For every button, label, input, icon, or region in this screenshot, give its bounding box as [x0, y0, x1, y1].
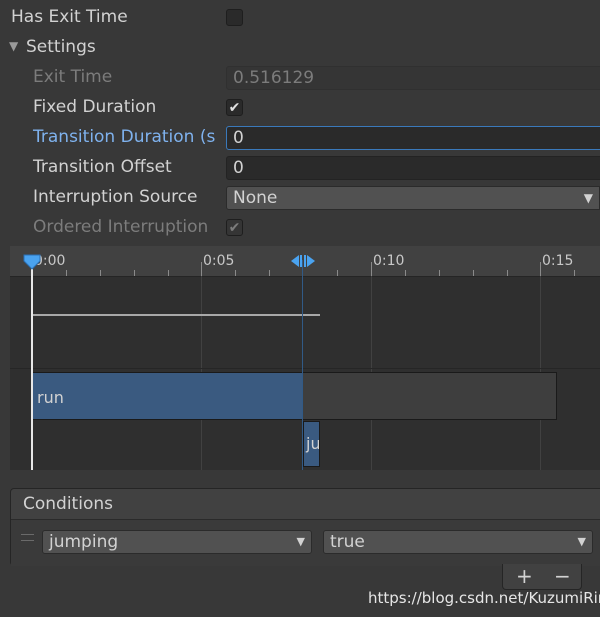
transition-offset-label: Transition Offset	[33, 157, 172, 177]
minor-tick	[235, 270, 236, 276]
tick-label: 0:15	[542, 253, 574, 269]
run-clip-label: run	[37, 388, 64, 407]
minor-tick	[439, 270, 440, 276]
settings-foldout[interactable]: ▼ Settings	[0, 33, 600, 63]
exit-time-field: 0.516129	[226, 66, 600, 90]
ordered-interruption-checkbox: ✔	[226, 219, 243, 236]
fixed-duration-row: Fixed Duration ✔	[0, 93, 600, 123]
major-tick	[540, 262, 541, 276]
transition-duration-row: Transition Duration (s 0	[0, 123, 600, 153]
condition-value-value: true	[330, 532, 365, 552]
transition-duration-field[interactable]: 0	[226, 126, 600, 150]
dropdown-arrow-icon: ▼	[577, 535, 586, 548]
minor-tick	[337, 270, 338, 276]
minor-tick	[168, 270, 169, 276]
major-tick	[201, 262, 202, 276]
interruption-source-dropdown[interactable]: None ▼	[226, 186, 600, 210]
minor-tick	[507, 270, 508, 276]
track-divider	[10, 368, 600, 369]
checkmark-icon: ✔	[228, 99, 241, 116]
has-exit-time-row: Has Exit Time	[0, 3, 600, 33]
tick-label: 0:05	[203, 253, 235, 269]
major-tick	[371, 262, 372, 276]
minor-tick	[100, 270, 101, 276]
condition-value-dropdown[interactable]: true ▼	[323, 530, 593, 554]
condition-row[interactable]: jumping ▼ true ▼	[11, 520, 600, 566]
checkmark-icon: ✔	[228, 219, 241, 236]
minor-tick	[269, 270, 270, 276]
interruption-source-row: Interruption Source None ▼	[0, 183, 600, 213]
transition-handle-icon[interactable]	[289, 254, 317, 268]
exit-time-label: Exit Time	[33, 67, 113, 87]
transition-curve	[32, 314, 320, 316]
foldout-triangle-icon[interactable]: ▼	[9, 39, 18, 53]
condition-add-remove-bar: + −	[502, 564, 582, 590]
conditions-title: Conditions	[23, 494, 113, 514]
transition-offset-field[interactable]: 0	[226, 156, 600, 180]
settings-label: Settings	[26, 37, 96, 57]
has-exit-time-checkbox[interactable]	[226, 9, 243, 26]
minor-tick	[134, 270, 135, 276]
condition-parameter-dropdown[interactable]: jumping ▼	[42, 530, 312, 554]
fixed-duration-label: Fixed Duration	[33, 97, 157, 117]
interruption-source-label: Interruption Source	[33, 187, 198, 207]
dropdown-arrow-icon: ▼	[296, 535, 305, 548]
dropdown-arrow-icon: ▼	[583, 191, 593, 205]
add-condition-button[interactable]: +	[516, 564, 533, 588]
minor-tick	[473, 270, 474, 276]
run-clip-active-segment[interactable]	[32, 372, 303, 420]
conditions-header: Conditions	[11, 489, 600, 520]
condition-parameter-value: jumping	[49, 532, 119, 552]
exit-time-row: Exit Time 0.516129	[0, 63, 600, 93]
transition-duration-label: Transition Duration (s	[33, 127, 216, 147]
minor-tick	[574, 270, 575, 276]
jump-clip-bar[interactable]: ju	[303, 421, 320, 467]
remove-condition-button[interactable]: −	[554, 564, 571, 588]
interruption-source-value: None	[233, 188, 278, 208]
watermark-text: https://blog.csdn.net/KuzumiRin	[368, 589, 600, 607]
jump-clip-label: ju	[306, 434, 320, 453]
transition-timeline[interactable]: 0:00 0:05 0:10 0:15 run ju	[10, 246, 600, 470]
ordered-interruption-row: Ordered Interruption ✔	[0, 213, 600, 243]
start-marker-line	[31, 260, 33, 470]
conditions-panel: Conditions jumping ▼ true ▼	[10, 488, 600, 566]
drag-handle-icon[interactable]	[21, 534, 34, 541]
transition-marker-line	[302, 260, 303, 470]
start-marker-icon[interactable]	[23, 254, 41, 270]
tick-label: 0:10	[373, 253, 405, 269]
minor-tick	[66, 270, 67, 276]
transition-offset-row: Transition Offset 0	[0, 153, 600, 183]
fixed-duration-checkbox[interactable]: ✔	[226, 99, 243, 116]
has-exit-time-label: Has Exit Time	[11, 7, 128, 27]
ordered-interruption-label: Ordered Interruption	[33, 217, 209, 237]
minor-tick	[405, 270, 406, 276]
